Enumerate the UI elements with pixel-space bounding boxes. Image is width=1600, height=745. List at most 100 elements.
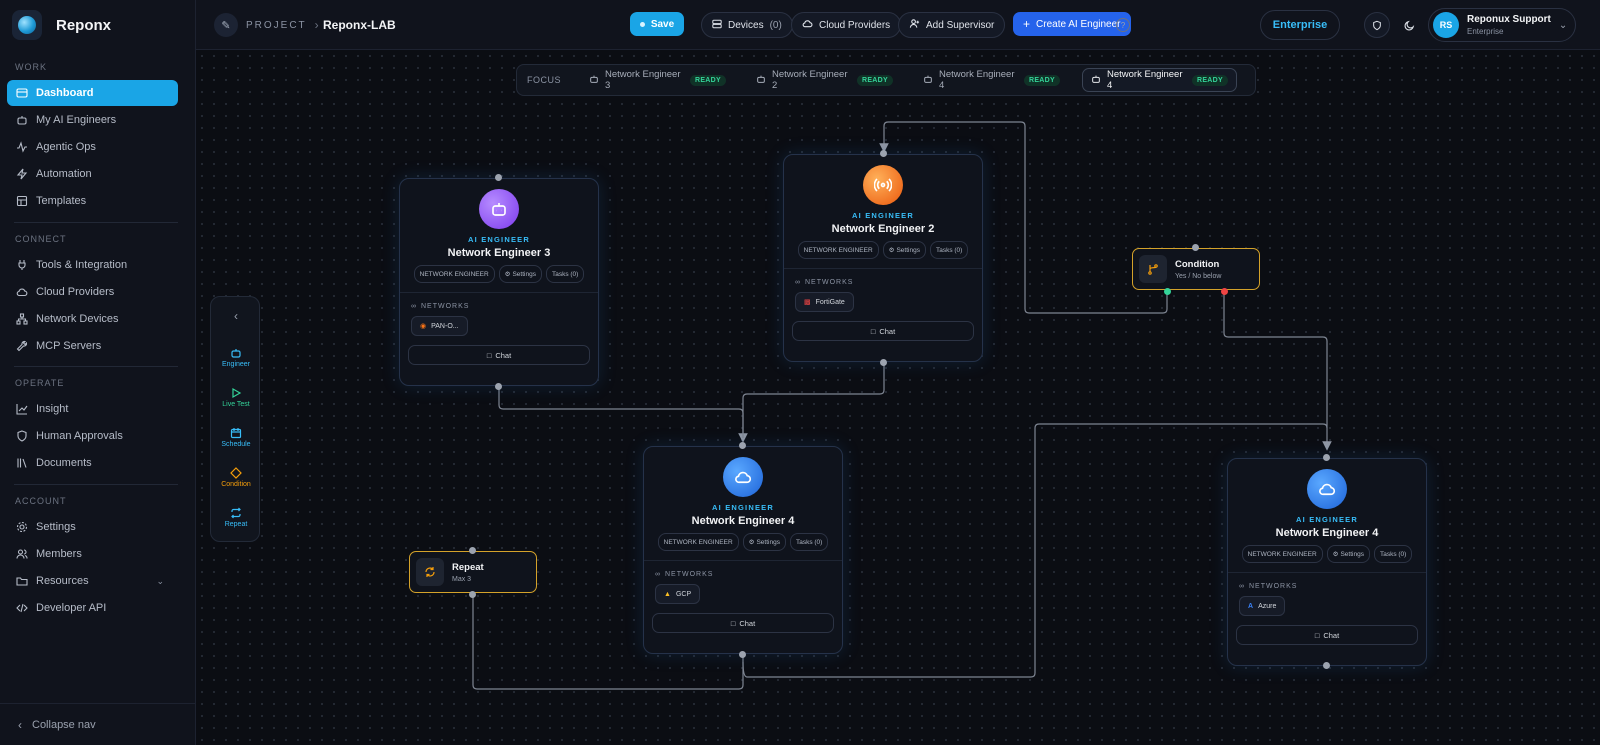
network-badge[interactable]: ▲ GCP: [655, 584, 701, 604]
node-tasks-button[interactable]: Tasks (0): [545, 265, 585, 283]
chat-button[interactable]: □ Chat: [792, 321, 974, 341]
robot-icon: [756, 74, 766, 87]
cloud-icon: [802, 18, 813, 32]
network-badge[interactable]: A Azure: [1239, 596, 1286, 616]
chat-button[interactable]: □ Chat: [652, 613, 834, 633]
focus-item-ne3[interactable]: Network Engineer 3 READY: [581, 68, 734, 92]
node-type-chip: NETWORK ENGINEER: [413, 265, 495, 283]
node-type-chip: NETWORK ENGINEER: [797, 241, 879, 259]
pencil-icon[interactable]: ✎: [214, 13, 238, 37]
workflow-canvas[interactable]: FOCUS Network Engineer 3 READY Network E…: [196, 50, 1600, 745]
chat-label: Chat: [739, 618, 756, 628]
node-tasks-button[interactable]: Tasks (0): [789, 533, 829, 551]
cloud-providers-label: Cloud Providers: [819, 19, 891, 31]
condition-node[interactable]: Condition Yes / No below: [1132, 248, 1260, 290]
network-badge[interactable]: ▩ FortiGate: [795, 292, 854, 312]
node-port[interactable]: [495, 174, 502, 181]
sidebar-item-human-approvals[interactable]: Human Approvals: [7, 423, 178, 449]
create-ai-engineer-button[interactable]: + Create AI Engineer: [1013, 12, 1131, 36]
sidebar-item-dashboard[interactable]: Dashboard: [7, 80, 178, 106]
chat-button[interactable]: □ Chat: [408, 345, 590, 365]
sidebar-item-mcp-servers[interactable]: MCP Servers: [7, 333, 178, 359]
help-icon[interactable]: ?: [1116, 18, 1130, 32]
divider: [1228, 572, 1426, 573]
tool-label: Repeat: [224, 521, 248, 528]
engineer-node-ne4-azure[interactable]: AI ENGINEER Network Engineer 4 NETWORK E…: [1227, 458, 1427, 666]
project-breadcrumb: ✎ PROJECT ›: [214, 12, 319, 38]
sidebar-item-documents[interactable]: Documents: [7, 450, 178, 476]
tool-condition[interactable]: Condition: [211, 467, 261, 488]
focus-item-ne4-selected[interactable]: Network Engineer 4 READY: [1082, 68, 1237, 92]
brand[interactable]: Reponx: [12, 10, 111, 40]
sidebar-item-automation[interactable]: Automation: [7, 161, 178, 187]
sidebar-item-label: Cloud Providers: [36, 286, 115, 298]
sidebar-item-network-devices[interactable]: Network Devices: [7, 306, 178, 332]
network-badge[interactable]: ◉ PAN-O...: [411, 316, 468, 336]
sidebar-item-insight[interactable]: Insight: [7, 396, 178, 422]
devices-button[interactable]: Devices (0): [701, 12, 793, 38]
node-settings-button[interactable]: ⚙ Settings: [742, 533, 786, 551]
user-menu[interactable]: RS Reponux Support Enterprise ⌄: [1428, 8, 1577, 42]
shield-icon[interactable]: [1364, 12, 1390, 38]
sidebar-item-settings[interactable]: Settings: [7, 514, 178, 540]
focus-item-ne2[interactable]: Network Engineer 2 READY: [748, 68, 901, 92]
cloud-providers-button[interactable]: Cloud Providers: [791, 12, 902, 38]
engineer-node-ne4[interactable]: AI ENGINEER Network Engineer 4 NETWORK E…: [643, 446, 843, 654]
plan-badge[interactable]: Enterprise: [1260, 10, 1340, 40]
sidebar-item-developer-api[interactable]: Developer API: [7, 595, 178, 621]
engineer-node-ne3[interactable]: AI ENGINEER Network Engineer 3 NETWORK E…: [399, 178, 599, 386]
collapse-nav-button[interactable]: ‹ Collapse nav: [0, 703, 196, 745]
sidebar-item-templates[interactable]: Templates: [7, 188, 178, 214]
plug-icon: [16, 259, 28, 271]
focus-item-label: Network Engineer 3: [605, 69, 681, 91]
chat-button[interactable]: □ Chat: [1236, 625, 1418, 645]
link-icon: ∞: [655, 571, 661, 578]
sidebar-item-agentic-ops[interactable]: Agentic Ops: [7, 134, 178, 160]
node-port[interactable]: [495, 383, 502, 390]
project-name[interactable]: Reponx-LAB: [323, 12, 396, 38]
node-port[interactable]: [739, 442, 746, 449]
networks-header: ∞ NETWORKS: [411, 303, 598, 310]
tool-repeat[interactable]: Repeat: [211, 507, 261, 528]
code-icon: [16, 602, 28, 614]
save-label: Save: [650, 18, 675, 30]
sidebar-item-cloud-providers[interactable]: Cloud Providers: [7, 279, 178, 305]
divider: [14, 366, 178, 367]
repeat-node[interactable]: Repeat Max 3: [409, 551, 537, 593]
sidebar-item-resources[interactable]: Resources ⌄: [7, 568, 178, 594]
divider: [400, 292, 598, 293]
sidebar-item-tools[interactable]: Tools & Integration: [7, 252, 178, 278]
add-supervisor-button[interactable]: Add Supervisor: [898, 12, 1006, 38]
networks-header: ∞ NETWORKS: [1239, 583, 1426, 590]
node-port[interactable]: [739, 651, 746, 658]
node-port[interactable]: [1192, 244, 1199, 251]
node-port[interactable]: [1323, 662, 1330, 669]
sidebar-item-label: Insight: [36, 403, 69, 415]
node-settings-button[interactable]: ⚙ Settings: [882, 241, 926, 259]
sidebar-item-label: Dashboard: [36, 87, 94, 99]
chat-icon: □: [870, 326, 876, 336]
moon-icon[interactable]: [1396, 12, 1422, 38]
node-port[interactable]: [1323, 454, 1330, 461]
node-settings-button[interactable]: ⚙ Settings: [498, 265, 542, 283]
node-tasks-button[interactable]: Tasks (0): [1373, 545, 1413, 563]
divider: [14, 484, 178, 485]
tool-engineer[interactable]: Engineer: [211, 347, 261, 368]
sidebar-item-members[interactable]: Members: [7, 541, 178, 567]
robot-icon: [231, 349, 241, 358]
chevron-left-icon[interactable]: ‹: [211, 309, 261, 323]
tool-live-test[interactable]: Live Test: [211, 387, 261, 408]
node-port[interactable]: [880, 359, 887, 366]
tool-schedule[interactable]: Schedule: [211, 427, 261, 448]
engineer-node-ne2[interactable]: AI ENGINEER Network Engineer 2 NETWORK E…: [783, 154, 983, 362]
yes-port[interactable]: [1164, 288, 1171, 295]
sidebar-item-my-ai-engineers[interactable]: My AI Engineers: [7, 107, 178, 133]
node-port[interactable]: [880, 150, 887, 157]
focus-item-ne4[interactable]: Network Engineer 4 READY: [915, 68, 1068, 92]
node-port[interactable]: [469, 547, 476, 554]
node-settings-button[interactable]: ⚙ Settings: [1326, 545, 1370, 563]
no-port[interactable]: [1221, 288, 1228, 295]
save-button[interactable]: Save: [630, 12, 684, 36]
node-tasks-button[interactable]: Tasks (0): [929, 241, 969, 259]
node-port[interactable]: [469, 591, 476, 598]
